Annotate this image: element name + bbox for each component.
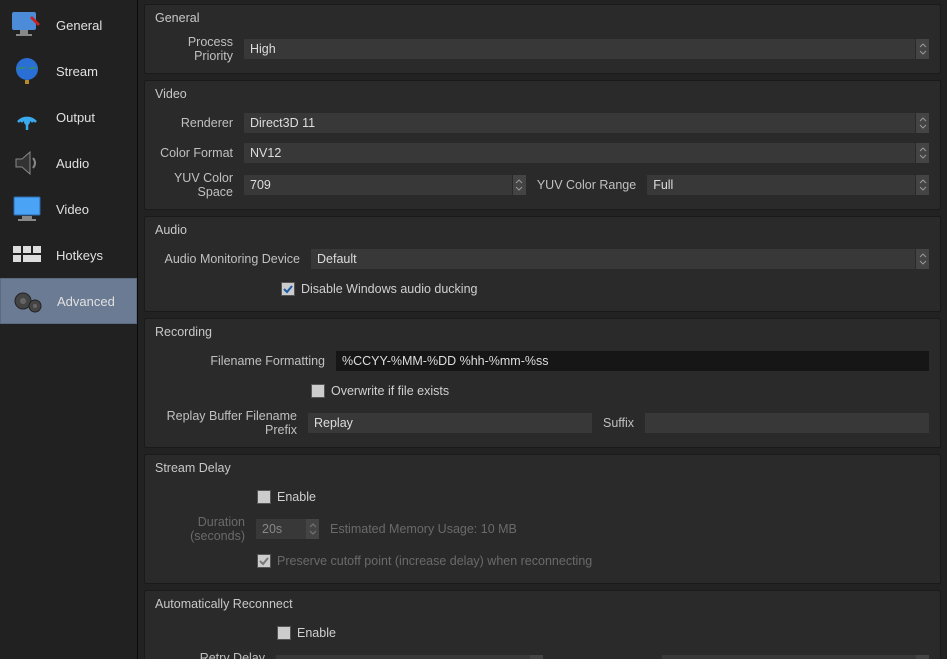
select-arrows-icon[interactable] (916, 174, 930, 196)
suffix-input[interactable] (644, 412, 930, 434)
section-recording: Recording Filename Formatting %CCYY-%MM-… (144, 318, 941, 448)
section-title: Stream Delay (155, 461, 930, 475)
yuv-color-range-select[interactable]: Full (646, 174, 916, 196)
select-arrows-icon[interactable] (916, 112, 930, 134)
monitor-icon (8, 192, 46, 226)
globe-icon (8, 54, 46, 88)
overwrite-checkbox[interactable]: Overwrite if file exists (311, 384, 449, 398)
section-reconnect: Automatically Reconnect Enable Retry Del… (144, 590, 941, 659)
reconnect-enable-label: Enable (297, 626, 336, 640)
sidebar: General Stream Output (0, 0, 138, 659)
sidebar-item-advanced[interactable]: Advanced (0, 278, 137, 324)
select-arrows-icon[interactable] (916, 142, 930, 164)
sidebar-item-label: Output (56, 110, 95, 125)
select-arrows-icon[interactable] (916, 38, 930, 60)
sidebar-item-output[interactable]: Output (0, 94, 137, 140)
color-format-label: Color Format (155, 146, 243, 160)
main-content: General Process Priority High Video Rend… (138, 0, 947, 659)
monitoring-device-select[interactable]: Default (310, 248, 916, 270)
memory-usage-label: Estimated Memory Usage: 10 MB (320, 522, 527, 536)
checkbox-checked-icon (281, 282, 295, 296)
sidebar-item-audio[interactable]: Audio (0, 140, 137, 186)
replay-prefix-input[interactable]: Replay (307, 412, 593, 434)
checkbox-unchecked-icon (277, 626, 291, 640)
section-title: Automatically Reconnect (155, 597, 930, 611)
max-retries-spin[interactable]: 20 (661, 654, 930, 659)
color-format-select[interactable]: NV12 (243, 142, 916, 164)
section-stream-delay: Stream Delay Enable Duration (seconds) 2… (144, 454, 941, 584)
filename-formatting-input[interactable]: %CCYY-%MM-%DD %hh-%mm-%ss (335, 350, 930, 372)
reconnect-enable-checkbox[interactable]: Enable (277, 626, 336, 640)
sidebar-item-hotkeys[interactable]: Hotkeys (0, 232, 137, 278)
disable-ducking-checkbox[interactable]: Disable Windows audio ducking (281, 282, 477, 296)
signal-icon (8, 100, 46, 134)
stream-delay-enable-checkbox[interactable]: Enable (257, 490, 316, 504)
process-priority-label: Process Priority (155, 35, 243, 63)
yuv-color-space-label: YUV Color Space (155, 171, 243, 199)
preserve-cutoff-checkbox: Preserve cutoff point (increase delay) w… (257, 554, 592, 568)
select-arrows-icon[interactable] (916, 248, 930, 270)
stream-delay-enable-label: Enable (277, 490, 316, 504)
disable-ducking-label: Disable Windows audio ducking (301, 282, 477, 296)
suffix-label: Suffix (593, 416, 644, 430)
retry-delay-label: Retry Delay (seconds) (155, 651, 275, 659)
sidebar-item-label: Hotkeys (56, 248, 103, 263)
select-arrows-icon[interactable] (513, 174, 527, 196)
renderer-select[interactable]: Direct3D 11 (243, 112, 916, 134)
sidebar-item-video[interactable]: Video (0, 186, 137, 232)
retry-delay-spin[interactable]: 10 (275, 654, 544, 659)
sidebar-item-stream[interactable]: Stream (0, 48, 137, 94)
keyboard-icon (8, 238, 46, 272)
preserve-cutoff-label: Preserve cutoff point (increase delay) w… (277, 554, 592, 568)
spin-arrows-icon[interactable] (530, 654, 544, 659)
checkbox-unchecked-icon (257, 490, 271, 504)
duration-label: Duration (seconds) (155, 515, 255, 543)
section-general: General Process Priority High (144, 4, 941, 74)
wrench-icon (8, 8, 46, 42)
checkbox-checked-icon (257, 554, 271, 568)
sidebar-item-general[interactable]: General (0, 2, 137, 48)
section-video: Video Renderer Direct3D 11 Color Format … (144, 80, 941, 210)
sidebar-item-label: Stream (56, 64, 98, 79)
filename-formatting-label: Filename Formatting (155, 354, 335, 368)
spin-arrows-icon (306, 518, 320, 540)
sidebar-item-label: Audio (56, 156, 89, 171)
renderer-label: Renderer (155, 116, 243, 130)
section-title: Audio (155, 223, 930, 237)
section-audio: Audio Audio Monitoring Device Default Di… (144, 216, 941, 312)
section-title: Video (155, 87, 930, 101)
process-priority-select[interactable]: High (243, 38, 916, 60)
speaker-icon (8, 146, 46, 180)
section-title: Recording (155, 325, 930, 339)
sidebar-item-label: General (56, 18, 102, 33)
yuv-color-range-label: YUV Color Range (527, 178, 646, 192)
duration-spin: 20s (255, 518, 320, 540)
sidebar-item-label: Advanced (57, 294, 115, 309)
section-title: General (155, 11, 930, 25)
yuv-color-space-select[interactable]: 709 (243, 174, 513, 196)
sidebar-item-label: Video (56, 202, 89, 217)
spin-arrows-icon[interactable] (916, 654, 930, 659)
overwrite-label: Overwrite if file exists (331, 384, 449, 398)
monitoring-device-label: Audio Monitoring Device (155, 252, 310, 266)
gears-icon (9, 284, 47, 318)
checkbox-unchecked-icon (311, 384, 325, 398)
replay-prefix-label: Replay Buffer Filename Prefix (155, 409, 307, 437)
